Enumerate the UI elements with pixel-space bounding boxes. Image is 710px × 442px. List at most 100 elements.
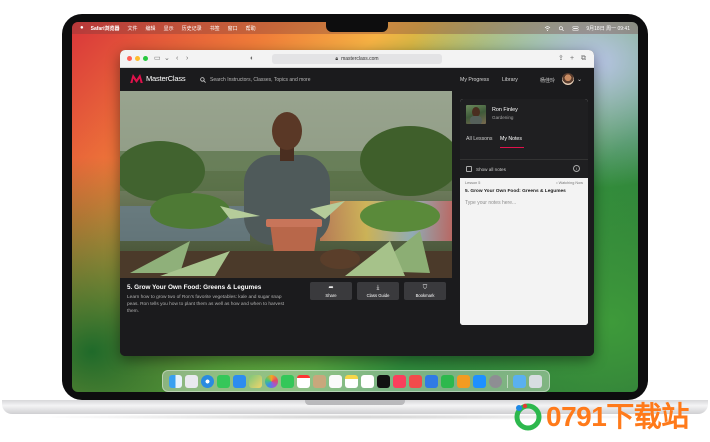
safari-icon[interactable] (201, 374, 214, 388)
watermark-text: 0791下载站 (546, 401, 689, 432)
bookmark-icon: ⛉ (422, 284, 428, 291)
launchpad-icon[interactable] (185, 374, 198, 388)
new-tab-icon[interactable]: + (570, 54, 574, 64)
close-window-button[interactable] (127, 56, 132, 61)
lesson-title: 5. Grow Your Own Food: Greens & Legumes (127, 284, 262, 291)
search-spotlight-icon[interactable] (558, 25, 565, 31)
menu-item-bookmarks[interactable]: 书签 (210, 25, 220, 32)
freeform-icon[interactable] (361, 374, 374, 388)
menu-item-help[interactable]: 帮助 (246, 25, 256, 32)
instructor-thumbnail (466, 105, 486, 124)
show-all-notes-row: Show all notes i (460, 159, 588, 178)
instructor-name[interactable]: Ron Finley (492, 107, 518, 113)
mail-icon[interactable] (233, 374, 246, 388)
share-button-label: Share (325, 292, 337, 298)
menu-clock[interactable]: 9月18日 周一 09:41 (586, 25, 630, 32)
music-icon[interactable] (393, 374, 406, 388)
app-store-icon[interactable] (473, 374, 486, 388)
tab-my-notes[interactable]: My Notes (500, 136, 522, 142)
keynote-icon[interactable] (425, 374, 438, 388)
chevron-down-icon[interactable]: ⌄ (577, 76, 582, 83)
wifi-icon[interactable] (544, 25, 551, 31)
menu-extras: 9月18日 周一 09:41 (544, 22, 630, 34)
site-search[interactable]: Search Instructors, Classes, Topics and … (200, 74, 420, 85)
lesson-description: Learn how to grow two of Ron's favorite … (127, 295, 285, 315)
note-watching-status: • Watching Now (556, 181, 583, 185)
video-frame-image (120, 91, 452, 278)
pages-icon[interactable] (457, 374, 470, 388)
reminders-icon[interactable] (329, 374, 342, 388)
control-center-icon[interactable] (572, 25, 579, 31)
downloads-folder-icon[interactable] (513, 374, 526, 388)
contacts-icon[interactable] (313, 374, 326, 388)
nav-my-progress[interactable]: My Progress (460, 77, 489, 83)
masterclass-logo-icon (130, 74, 143, 83)
notes-icon[interactable] (345, 374, 358, 388)
photo-stage: ● Safari浏览器 文件 编辑 显示 历史记录 书签 窗口 帮助 9月18日… (0, 0, 710, 442)
lock-icon: 🔒︎ (335, 56, 339, 62)
news-icon[interactable] (409, 374, 422, 388)
address-url: masterclass.com (341, 56, 379, 62)
chevron-down-icon[interactable]: ⌄ (164, 54, 170, 64)
share-button[interactable]: ➦ Share (310, 282, 352, 300)
class-guide-button-label: Class Guide (366, 292, 390, 298)
bookmark-button[interactable]: ⛉ Bookmark (404, 282, 446, 300)
avatar[interactable] (562, 73, 574, 85)
note-input[interactable]: Type your notes here... (465, 200, 516, 206)
download-icon: ⤓ (376, 284, 380, 291)
dock (162, 370, 550, 392)
class-guide-button[interactable]: ⤓ Class Guide (357, 282, 399, 300)
calendar-icon[interactable] (297, 374, 310, 388)
bookmark-button-label: Bookmark (415, 292, 435, 298)
minimize-window-button[interactable] (135, 56, 140, 61)
tab-overview-icon[interactable]: ⧉ (581, 54, 586, 64)
nav-library[interactable]: Library (502, 77, 518, 83)
show-all-notes-label[interactable]: Show all notes (476, 167, 506, 172)
menu-item-file[interactable]: 文件 (128, 25, 138, 32)
menu-item-edit[interactable]: 编辑 (146, 25, 156, 32)
safari-window: ▭ ⌄ ‹ › ◐ 🔒︎ masterclass.com ⇪ + ⧉ Maste… (120, 50, 594, 356)
finder-icon[interactable] (169, 374, 182, 388)
share-arrow-icon: ➦ (328, 284, 334, 291)
note-editor: Lesson 5 • Watching Now 5. Grow Your Own… (460, 178, 588, 325)
lesson-video[interactable] (120, 91, 452, 278)
desktop-screen: ● Safari浏览器 文件 编辑 显示 历史记录 书签 窗口 帮助 9月18日… (72, 22, 638, 392)
forward-icon[interactable]: › (186, 54, 188, 64)
user-name[interactable]: 杨佳玲 (540, 77, 555, 84)
info-icon[interactable]: i (573, 165, 580, 172)
dock-separator (507, 374, 508, 388)
trash-icon[interactable] (529, 374, 542, 388)
share-icon[interactable]: ⇪ (558, 54, 564, 64)
photos-icon[interactable] (265, 374, 278, 388)
watermark: 0791下载站 (514, 396, 704, 438)
window-controls (127, 56, 148, 61)
menu-item-window[interactable]: 窗口 (228, 25, 238, 32)
site-logo[interactable]: MasterClass (130, 74, 186, 83)
search-input-placeholder[interactable]: Search Instructors, Classes, Topics and … (210, 77, 311, 83)
back-icon[interactable]: ‹ (176, 54, 178, 64)
laptop-base-notch (305, 400, 405, 405)
site-header: MasterClass Search Instructors, Classes,… (120, 68, 594, 91)
menu-app-name[interactable]: Safari浏览器 (91, 25, 120, 32)
menu-item-view[interactable]: 显示 (164, 25, 174, 32)
privacy-shield-icon[interactable]: ◐ (250, 54, 254, 64)
tv-icon[interactable] (377, 374, 390, 388)
notes-panel: Ron Finley Gardening All Lessons My Note… (460, 99, 588, 325)
messages-icon[interactable] (217, 374, 230, 388)
note-lesson-title: 5. Grow Your Own Food: Greens & Legumes (465, 189, 566, 194)
masterclass-page: MasterClass Search Instructors, Classes,… (120, 68, 594, 356)
show-all-notes-checkbox[interactable] (466, 166, 472, 172)
address-bar[interactable]: 🔒︎ masterclass.com (272, 54, 442, 64)
facetime-icon[interactable] (281, 374, 294, 388)
numbers-icon[interactable] (441, 374, 454, 388)
menu-item-history[interactable]: 历史记录 (182, 25, 202, 32)
apple-menu-icon[interactable]: ● (80, 25, 84, 31)
tab-all-lessons[interactable]: All Lessons (466, 136, 493, 142)
instructor-category: Gardening (492, 115, 514, 120)
settings-icon[interactable] (489, 374, 502, 388)
maps-icon[interactable] (249, 374, 262, 388)
sidebar-toggle-icon[interactable]: ▭ (154, 54, 161, 64)
search-icon (200, 76, 206, 83)
zoom-window-button[interactable] (143, 56, 148, 61)
safari-toolbar: ▭ ⌄ ‹ › ◐ 🔒︎ masterclass.com ⇪ + ⧉ (120, 50, 594, 68)
